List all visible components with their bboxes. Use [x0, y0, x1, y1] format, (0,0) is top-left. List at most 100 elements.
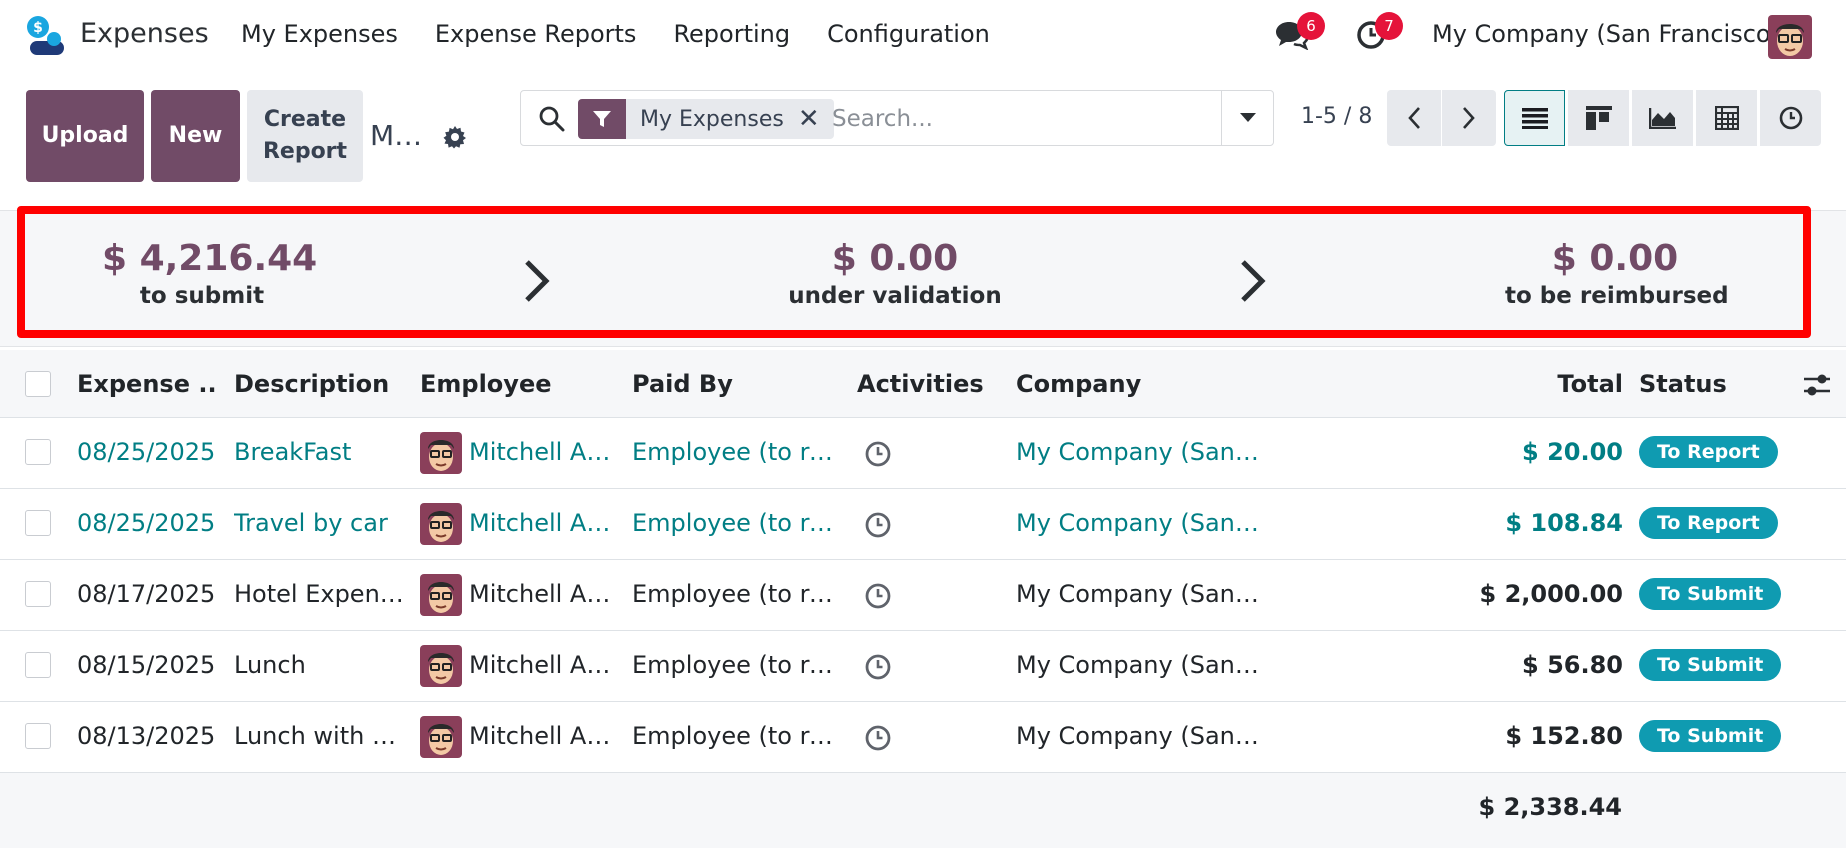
column-paid-by[interactable]: Paid By — [632, 370, 733, 398]
table-header: Expense ... Description Employee Paid By… — [0, 350, 1846, 418]
company-cell[interactable]: My Company (San F… — [1016, 509, 1266, 537]
under-validation-summary[interactable]: $ 0.00 under validation — [775, 238, 1015, 309]
pager-next-button[interactable] — [1442, 90, 1496, 146]
column-expense-date[interactable]: Expense ... — [77, 370, 215, 398]
paid-by-cell[interactable]: Employee (to rei… — [632, 438, 844, 466]
row-checkbox[interactable] — [25, 652, 51, 678]
expense-date-cell[interactable]: 08/15/2025 — [77, 651, 227, 679]
column-company[interactable]: Company — [1016, 370, 1141, 398]
description-cell[interactable]: Travel by car — [234, 509, 410, 537]
total-cell[interactable]: $ 152.80 — [1440, 722, 1623, 750]
to-be-reimbursed-amount: $ 0.00 — [1551, 238, 1679, 279]
search-options-toggle[interactable] — [1221, 91, 1273, 145]
paid-by-cell[interactable]: Employee (to rei… — [632, 580, 844, 608]
employee-cell[interactable]: Mitchell A… — [469, 438, 619, 466]
facet-remove-icon[interactable]: ✕ — [798, 99, 834, 139]
user-avatar[interactable] — [1768, 15, 1812, 59]
upload-button[interactable]: Upload — [26, 90, 144, 182]
description-cell[interactable]: Lunch with C… — [234, 722, 410, 750]
list-view-button[interactable] — [1504, 90, 1565, 146]
pager-value[interactable]: 1-5 / 8 — [1301, 104, 1372, 129]
row-checkbox[interactable] — [25, 510, 51, 536]
expense-date-cell[interactable]: 08/13/2025 — [77, 722, 227, 750]
graph-view-icon — [1648, 108, 1676, 129]
paid-by-cell[interactable]: Employee (to rei… — [632, 651, 844, 679]
total-cell[interactable]: $ 2,000.00 — [1440, 580, 1623, 608]
row-checkbox[interactable] — [25, 439, 51, 465]
activities-badge: 7 — [1375, 12, 1403, 40]
company-cell[interactable]: My Company (San F… — [1016, 722, 1266, 750]
table-footer: $ 2,338.44 — [0, 773, 1846, 848]
column-description[interactable]: Description — [234, 370, 389, 398]
to-submit-summary[interactable]: $ 4,216.44 to submit — [102, 238, 318, 309]
column-employee[interactable]: Employee — [420, 370, 552, 398]
row-checkbox[interactable] — [25, 581, 51, 607]
row-checkbox[interactable] — [25, 723, 51, 749]
company-cell[interactable]: My Company (San F… — [1016, 580, 1266, 608]
employee-cell[interactable]: Mitchell A… — [469, 651, 619, 679]
new-button[interactable]: New — [151, 90, 240, 182]
employee-avatar-icon — [420, 432, 462, 474]
pager-previous-button[interactable] — [1387, 90, 1441, 146]
company-cell[interactable]: My Company (San F… — [1016, 651, 1266, 679]
under-validation-label: under validation — [788, 283, 1002, 309]
expense-date-cell[interactable]: 08/25/2025 — [77, 438, 227, 466]
clock-icon[interactable] — [864, 724, 892, 752]
list-view-icon — [1521, 108, 1548, 129]
search-input[interactable] — [832, 101, 1192, 137]
search-facet: My Expenses ✕ — [578, 99, 834, 139]
table-row[interactable]: 08/13/2025 Lunch with C… Mitchell A… Employ… — [0, 702, 1846, 773]
employee-avatar-icon — [420, 574, 462, 616]
graph-view-button[interactable] — [1632, 90, 1693, 146]
app-name[interactable]: Expenses — [80, 18, 209, 49]
chevron-left-icon — [1408, 107, 1420, 129]
table-row[interactable]: 08/17/2025 Hotel Expen… Mitchell A… Employe… — [0, 560, 1846, 631]
kanban-view-button[interactable] — [1568, 90, 1629, 146]
gear-icon[interactable] — [443, 125, 467, 149]
expense-date-cell[interactable]: 08/17/2025 — [77, 580, 227, 608]
total-cell[interactable]: $ 108.84 — [1440, 509, 1623, 537]
table-row[interactable]: 08/25/2025 BreakFast Mitchell A… Employee (… — [0, 418, 1846, 489]
employee-cell[interactable]: Mitchell A… — [469, 722, 619, 750]
clock-icon[interactable] — [864, 440, 892, 468]
company-switcher[interactable]: My Company (San Francisco) — [1432, 20, 1780, 48]
chevron-right-icon — [525, 260, 550, 302]
messages-badge: 6 — [1297, 12, 1325, 40]
clock-icon[interactable] — [864, 511, 892, 539]
menu-configuration[interactable]: Configuration — [827, 20, 990, 48]
breadcrumb: M… — [370, 119, 423, 152]
filter-icon — [578, 99, 626, 139]
clock-icon[interactable] — [864, 582, 892, 610]
search-icon[interactable] — [538, 105, 566, 133]
employee-cell[interactable]: Mitchell A… — [469, 580, 619, 608]
create-report-button[interactable]: Create Report — [247, 90, 363, 182]
expenses-app-logo-icon[interactable]: $ — [24, 15, 66, 57]
select-all-checkbox[interactable] — [25, 371, 51, 397]
paid-by-cell[interactable]: Employee (to rei… — [632, 722, 844, 750]
pivot-view-button[interactable] — [1696, 90, 1757, 146]
total-cell[interactable]: $ 56.80 — [1440, 651, 1623, 679]
activity-view-button[interactable] — [1760, 90, 1821, 146]
description-cell[interactable]: Hotel Expen… — [234, 580, 410, 608]
paid-by-cell[interactable]: Employee (to rei… — [632, 509, 844, 537]
to-submit-amount: $ 4,216.44 — [102, 238, 318, 279]
description-cell[interactable]: Lunch — [234, 651, 410, 679]
column-total[interactable]: Total — [1470, 370, 1623, 398]
facet-label: My Expenses — [640, 106, 784, 132]
caret-down-icon — [1239, 113, 1256, 122]
expense-date-cell[interactable]: 08/25/2025 — [77, 509, 227, 537]
column-activities[interactable]: Activities — [857, 370, 984, 398]
total-cell[interactable]: $ 20.00 — [1440, 438, 1623, 466]
column-status[interactable]: Status — [1639, 370, 1727, 398]
employee-cell[interactable]: Mitchell A… — [469, 509, 619, 537]
to-be-reimbursed-summary[interactable]: $ 0.00 to be reimbursed — [1505, 238, 1729, 309]
menu-expense-reports[interactable]: Expense Reports — [435, 20, 637, 48]
menu-reporting[interactable]: Reporting — [673, 20, 790, 48]
company-cell[interactable]: My Company (San F… — [1016, 438, 1266, 466]
clock-icon[interactable] — [864, 653, 892, 681]
table-row[interactable]: 08/25/2025 Travel by car Mitchell A… Employ… — [0, 489, 1846, 560]
optional-columns-icon[interactable] — [1802, 372, 1832, 398]
table-row[interactable]: 08/15/2025 Lunch Mitchell A… Employee (to r… — [0, 631, 1846, 702]
menu-my-expenses[interactable]: My Expenses — [241, 20, 398, 48]
description-cell[interactable]: BreakFast — [234, 438, 410, 466]
